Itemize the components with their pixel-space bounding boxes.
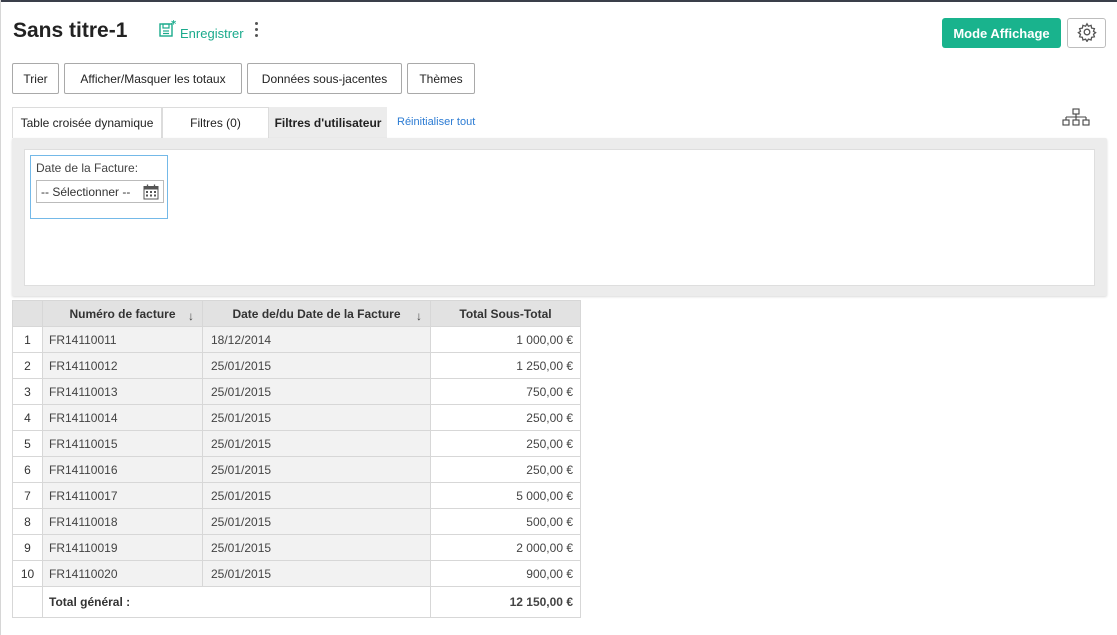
subtotal-cell: 250,00 € [430, 404, 581, 431]
column-header-invoice-number[interactable]: Numéro de facture ↓ [42, 300, 203, 327]
invoice-date-cell: 25/01/2015 [202, 508, 431, 535]
sort-arrow-down-icon[interactable]: ↓ [188, 309, 194, 323]
pivot-table: Numéro de facture ↓ Date de/du Date de la… [12, 300, 581, 618]
invoice-date-cell: 25/01/2015 [202, 404, 431, 431]
sort-button[interactable]: Trier [12, 63, 59, 94]
tab-pivot-table[interactable]: Table croisée dynamique [12, 107, 162, 138]
row-number: 3 [12, 378, 43, 405]
row-number: 6 [12, 456, 43, 483]
gear-icon [1076, 22, 1097, 45]
date-filter-value: -- Sélectionner -- [41, 184, 131, 199]
column-header-subtotal[interactable]: Total Sous-Total [430, 300, 581, 327]
table-row: 3 FR14110013 25/01/2015 750,00 € [12, 378, 581, 405]
table-row: 8 FR14110018 25/01/2015 500,00 € [12, 508, 581, 535]
invoice-date-cell: 25/01/2015 [202, 482, 431, 509]
invoice-date-cell: 25/01/2015 [202, 456, 431, 483]
subtotal-cell: 250,00 € [430, 430, 581, 457]
toggle-totals-button[interactable]: Afficher/Masquer les totaux [64, 63, 242, 94]
column-header-label: Total Sous-Total [459, 306, 552, 321]
row-number [12, 586, 43, 618]
view-mode-button[interactable]: Mode Affichage [942, 18, 1061, 48]
date-filter-select[interactable]: -- Sélectionner -- [36, 180, 164, 203]
row-number: 1 [12, 326, 43, 353]
invoice-number-cell: FR14110012 [42, 352, 203, 379]
table-row: 6 FR14110016 25/01/2015 250,00 € [12, 456, 581, 483]
table-row: 2 FR14110012 25/01/2015 1 250,00 € [12, 352, 581, 379]
invoice-number-cell: FR14110016 [42, 456, 203, 483]
svg-text:*: * [171, 19, 177, 30]
invoice-date-cell: 18/12/2014 [202, 326, 431, 353]
sort-arrow-down-icon[interactable]: ↓ [416, 309, 422, 323]
grand-total-value: 12 150,00 € [430, 586, 581, 618]
table-row: 5 FR14110015 25/01/2015 250,00 € [12, 430, 581, 457]
subtotal-cell: 2 000,00 € [430, 534, 581, 561]
invoice-number-cell: FR14110013 [42, 378, 203, 405]
column-header-label: Numéro de facture [69, 306, 176, 321]
row-number: 10 [12, 560, 43, 587]
subtotal-cell: 1 000,00 € [430, 326, 581, 353]
settings-button[interactable] [1067, 18, 1106, 48]
invoice-date-cell: 25/01/2015 [202, 378, 431, 405]
invoice-date-cell: 25/01/2015 [202, 534, 431, 561]
save-new-icon: * [158, 19, 178, 42]
date-filter-label: Date de la Facture: [36, 161, 139, 175]
hierarchy-icon[interactable] [1062, 108, 1090, 129]
invoice-number-cell: FR14110017 [42, 482, 203, 509]
grand-total-label: Total général : [42, 586, 431, 618]
row-number: 4 [12, 404, 43, 431]
row-number-header [12, 300, 43, 327]
subtotal-cell: 500,00 € [430, 508, 581, 535]
row-number: 8 [12, 508, 43, 535]
tab-filters[interactable]: Filtres (0) [162, 107, 269, 138]
page-title: Sans titre-1 [13, 19, 128, 42]
invoice-number-cell: FR14110018 [42, 508, 203, 535]
themes-button[interactable]: Thèmes [407, 63, 475, 94]
invoice-date-cell: 25/01/2015 [202, 430, 431, 457]
invoice-number-cell: FR14110011 [42, 326, 203, 353]
user-filters-area [24, 149, 1095, 286]
invoice-number-cell: FR14110014 [42, 404, 203, 431]
reset-all-link[interactable]: Réinitialiser tout [397, 116, 475, 128]
grand-total-row: Total général : 12 150,00 € [12, 586, 581, 618]
tab-user-filters[interactable]: Filtres d'utilisateur [269, 107, 387, 138]
table-row: 10 FR14110020 25/01/2015 900,00 € [12, 560, 581, 587]
table-row: 7 FR14110017 25/01/2015 5 000,00 € [12, 482, 581, 509]
invoice-number-cell: FR14110020 [42, 560, 203, 587]
row-number: 2 [12, 352, 43, 379]
invoice-date-cell: 25/01/2015 [202, 352, 431, 379]
subtotal-cell: 900,00 € [430, 560, 581, 587]
window-top-border [0, 0, 1117, 2]
underlying-data-button[interactable]: Données sous-jacentes [247, 63, 402, 94]
row-number: 9 [12, 534, 43, 561]
table-row: 1 FR14110011 18/12/2014 1 000,00 € [12, 326, 581, 353]
row-number: 5 [12, 430, 43, 457]
column-header-invoice-date[interactable]: Date de/du Date de la Facture ↓ [202, 300, 431, 327]
table-row: 9 FR14110019 25/01/2015 2 000,00 € [12, 534, 581, 561]
subtotal-cell: 1 250,00 € [430, 352, 581, 379]
invoice-date-cell: 25/01/2015 [202, 560, 431, 587]
window-left-border [0, 0, 1, 635]
subtotal-cell: 5 000,00 € [430, 482, 581, 509]
subtotal-cell: 250,00 € [430, 456, 581, 483]
invoice-number-cell: FR14110015 [42, 430, 203, 457]
table-row: 4 FR14110014 25/01/2015 250,00 € [12, 404, 581, 431]
subtotal-cell: 750,00 € [430, 378, 581, 405]
row-number: 7 [12, 482, 43, 509]
save-label: Enregistrer [180, 26, 244, 41]
save-button[interactable]: * Enregistrer [158, 19, 244, 42]
more-options-icon[interactable] [249, 21, 263, 41]
invoice-number-cell: FR14110019 [42, 534, 203, 561]
column-header-label: Date de/du Date de la Facture [232, 306, 401, 321]
calendar-icon[interactable] [143, 184, 159, 203]
